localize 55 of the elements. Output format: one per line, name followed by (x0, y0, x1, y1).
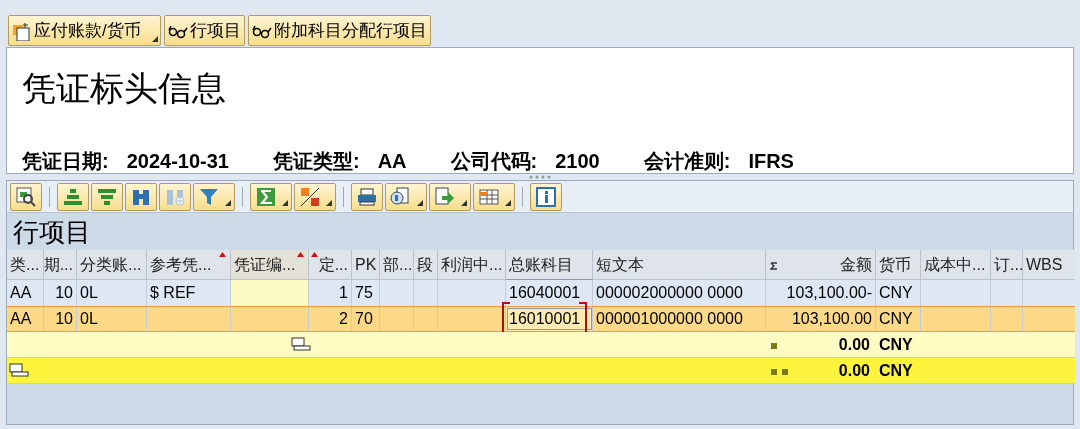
view-button[interactable] (385, 182, 427, 211)
field-value: IFRS (748, 149, 794, 174)
panel-title: 凭证标头信息 (22, 68, 227, 109)
info-button[interactable] (530, 182, 562, 211)
toolbar-button[interactable]: 附加科目分配行项目 (247, 15, 431, 46)
field-value: 2024-10-31 (126, 149, 229, 174)
toolbar-button[interactable]: 行项目 (163, 15, 245, 46)
table-cell: CNY (876, 307, 921, 331)
subtotal-button[interactable] (294, 182, 336, 211)
section-title: 行项目 (13, 218, 91, 245)
field-value: 2100 (555, 149, 600, 174)
total-amount: 0.00 (837, 334, 870, 355)
field-label: 会计准则: (643, 149, 731, 174)
sort-icon (219, 252, 226, 257)
print-icon (356, 185, 378, 208)
field-value: AA (377, 149, 407, 174)
sort-ascending-button[interactable] (57, 182, 89, 211)
dropdown-icon (505, 199, 511, 206)
table-cell: 10 (44, 307, 77, 331)
dropdown-icon (326, 199, 332, 206)
view-icon (390, 185, 412, 208)
splitter-grip[interactable] (529, 175, 551, 179)
export-icon (434, 185, 456, 208)
dropdown-icon (461, 199, 467, 206)
filter-button[interactable] (193, 182, 235, 211)
detail-button[interactable] (10, 182, 42, 211)
sort-descending-button[interactable] (91, 182, 123, 211)
table-row[interactable]: AA 10 0L $ REF 1 75 16040001 000002000000 0000 103,100.00- CNY (7, 280, 1075, 306)
field-label: 凭证类型: (273, 149, 360, 174)
info-icon (535, 185, 557, 208)
dropdown-icon (417, 199, 423, 206)
sum-icon (255, 185, 277, 208)
table-cell: 0L (77, 307, 147, 331)
table-cell: AA (7, 307, 44, 331)
table-cell: 2 (309, 307, 352, 331)
total-currency: CNY (879, 334, 913, 355)
dropdown-icon (151, 36, 158, 42)
table-cell: 000001000000 0000 (593, 307, 766, 331)
table-cell: 103,100.00 (766, 307, 876, 331)
print-button[interactable] (351, 182, 383, 211)
dropdown-icon (282, 199, 288, 206)
total-amount: 0.00 (837, 360, 870, 381)
field-label: 公司代码: (450, 149, 538, 174)
toolbar-button[interactable]: 应付账款/货币 (8, 15, 161, 46)
sum-button[interactable] (250, 182, 292, 211)
export-button[interactable] (429, 182, 471, 211)
field-label: 凭证日期: (22, 149, 109, 174)
layout-button[interactable] (473, 182, 515, 211)
total-currency: CNY (879, 360, 913, 381)
table-cell: 70 (352, 307, 380, 331)
column-header[interactable]: 凭证编... (231, 250, 309, 280)
dropdown-icon (225, 199, 231, 206)
detail-icon (15, 185, 37, 208)
document-icon (12, 20, 32, 41)
sum-icon (770, 262, 778, 270)
